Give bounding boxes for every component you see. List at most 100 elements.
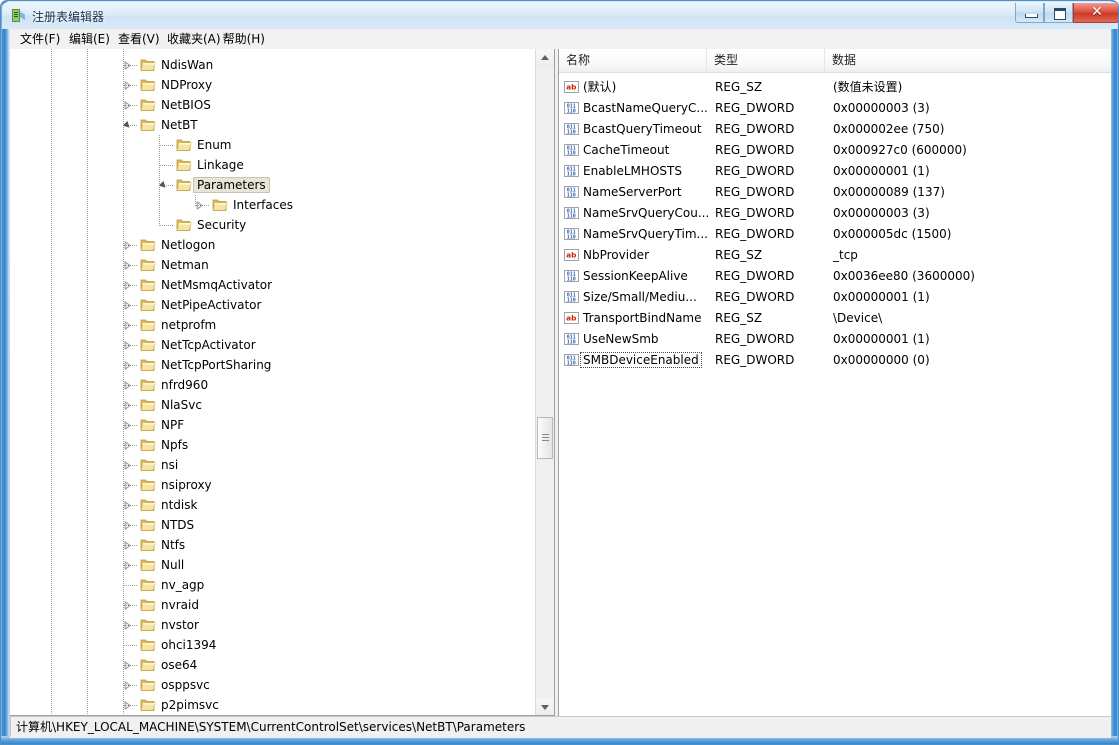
value-row[interactable]: 011 110 Size/Small/Mediu... REG_DWORD 0x0000… [559, 287, 1111, 308]
tree-item-ohci1394[interactable]: ohci1394 [10, 635, 535, 655]
expand-arrow-icon[interactable] [123, 621, 132, 630]
tree-item-npfs[interactable]: Npfs [10, 435, 535, 455]
expand-arrow-icon[interactable] [123, 281, 132, 290]
tree-item-nlasvc[interactable]: NlaSvc [10, 395, 535, 415]
tree-item-security[interactable]: Security [10, 215, 535, 235]
value-row[interactable]: ab TransportBindName REG_SZ \Device\ [559, 308, 1111, 329]
expand-arrow-icon[interactable] [123, 381, 132, 390]
tree-item-nsiproxy[interactable]: nsiproxy [10, 475, 535, 495]
tree-item-ose64[interactable]: ose64 [10, 655, 535, 675]
value-row[interactable]: 011 110 SMBDeviceEnabled REG_DWORD 0x0000000… [559, 350, 1111, 371]
registry-key-folder-icon [140, 419, 156, 431]
expand-arrow-icon[interactable] [123, 401, 132, 410]
tree-item-nettcpactivator[interactable]: NetTcpActivator [10, 335, 535, 355]
tree-item-ntfs[interactable]: Ntfs [10, 535, 535, 555]
tree-item-null[interactable]: Null [10, 555, 535, 575]
value-row[interactable]: 011 110 UseNewSmb REG_DWORD 0x00000001 (1) [559, 329, 1111, 350]
collapse-arrow-icon[interactable] [159, 181, 168, 190]
close-icon: ✕ [1091, 4, 1103, 20]
column-type[interactable]: 类型 [707, 49, 825, 72]
list-column-header[interactable]: 名称 类型 数据 [559, 49, 1111, 73]
expand-arrow-icon[interactable] [123, 541, 132, 550]
tree-item-nettcpportsharing[interactable]: NetTcpPortSharing [10, 355, 535, 375]
value-row[interactable]: 011 110 NameSrvQueryTim... REG_DWORD 0x00000… [559, 224, 1111, 245]
expand-arrow-icon[interactable] [123, 461, 132, 470]
expand-arrow-icon[interactable] [123, 681, 132, 690]
tree-item-parameters[interactable]: Parameters [10, 175, 535, 195]
expand-arrow-icon[interactable] [123, 441, 132, 450]
expand-arrow-icon[interactable] [123, 701, 132, 710]
expand-arrow-icon[interactable] [123, 341, 132, 350]
value-row[interactable]: 011 110 NameSrvQueryCou... REG_DWORD 0x00000… [559, 203, 1111, 224]
tree-item-nfrd960[interactable]: nfrd960 [10, 375, 535, 395]
tree-item-netmsmqactivator[interactable]: NetMsmqActivator [10, 275, 535, 295]
value-row[interactable]: ab NbProvider REG_SZ _tcp [559, 245, 1111, 266]
tree-item-ndproxy[interactable]: NDProxy [10, 75, 535, 95]
tree-item-netpipeactivator[interactable]: NetPipeActivator [10, 295, 535, 315]
expand-arrow-icon[interactable] [123, 361, 132, 370]
value-row[interactable]: 011 110 NameServerPort REG_DWORD 0x00000089 … [559, 182, 1111, 203]
tree-item-nsi[interactable]: nsi [10, 455, 535, 475]
tree-item-netprofm[interactable]: netprofm [10, 315, 535, 335]
tree-item-npf[interactable]: NPF [10, 415, 535, 435]
value-row[interactable]: 011 110 CacheTimeout REG_DWORD 0x000927c0 (6… [559, 140, 1111, 161]
expand-arrow-icon[interactable] [123, 661, 132, 670]
expand-arrow-icon[interactable] [123, 61, 132, 70]
value-row[interactable]: ab (默认) REG_SZ (数值未设置) [559, 77, 1111, 98]
expand-arrow-icon[interactable] [123, 521, 132, 530]
collapse-arrow-icon[interactable] [123, 121, 132, 130]
expand-arrow-icon[interactable] [123, 101, 132, 110]
value-row[interactable]: 011 110 EnableLMHOSTS REG_DWORD 0x00000001 (… [559, 161, 1111, 182]
value-name: SMBDeviceEnabled [580, 352, 702, 368]
tree-item-interfaces[interactable]: Interfaces [10, 195, 535, 215]
tree-item-ntds[interactable]: NTDS [10, 515, 535, 535]
expand-arrow-icon[interactable] [123, 601, 132, 610]
tree-item-p2pimsvc[interactable]: p2pimsvc [10, 695, 535, 715]
column-name[interactable]: 名称 [559, 49, 707, 72]
menu-favorites[interactable]: 收藏夹(A) [162, 31, 226, 47]
expand-arrow-icon[interactable] [123, 561, 132, 570]
tree-item-netbt[interactable]: NetBT [10, 115, 535, 135]
tree-item-netbios[interactable]: NetBIOS [10, 95, 535, 115]
tree-item-linkage[interactable]: Linkage [10, 155, 535, 175]
registry-key-tree[interactable]: NdisWan NDProxy NetBIOS NetBT Enum Linkage Par… [10, 49, 555, 716]
value-row[interactable]: 011 110 BcastNameQueryC... REG_DWORD 0x00000… [559, 98, 1111, 119]
svg-text:110: 110 [567, 150, 576, 156]
expand-arrow-icon[interactable] [123, 241, 132, 250]
expand-arrow-icon[interactable] [123, 481, 132, 490]
scroll-down-button[interactable] [536, 698, 554, 715]
menu-file[interactable]: 文件(F) [15, 31, 65, 47]
tree-item-netlogon[interactable]: Netlogon [10, 235, 535, 255]
expand-arrow-icon[interactable] [123, 81, 132, 90]
value-row[interactable]: 011 110 SessionKeepAlive REG_DWORD 0x0036ee8… [559, 266, 1111, 287]
value-row[interactable]: 011 110 BcastQueryTimeout REG_DWORD 0x000002… [559, 119, 1111, 140]
tree-item-osppsvc[interactable]: osppsvc [10, 675, 535, 695]
expand-arrow-icon[interactable] [123, 501, 132, 510]
tree-item-enum[interactable]: Enum [10, 135, 535, 155]
dword-value-icon: 011110 [564, 207, 579, 219]
title-bar[interactable]: 注册表编辑器 ✕ [2, 2, 1118, 29]
expand-arrow-icon[interactable] [123, 301, 132, 310]
tree-item-nvstor[interactable]: nvstor [10, 615, 535, 635]
expand-arrow-icon[interactable] [123, 421, 132, 430]
minimize-button[interactable] [1015, 3, 1044, 23]
tree-item-nvraid[interactable]: nvraid [10, 595, 535, 615]
expand-arrow-icon[interactable] [195, 201, 204, 210]
menu-help[interactable]: 帮助(H) [218, 31, 270, 47]
close-button[interactable]: ✕ [1073, 3, 1118, 23]
scroll-up-button[interactable] [536, 49, 554, 67]
column-data[interactable]: 数据 [825, 49, 1111, 72]
scrollbar-thumb[interactable] [537, 417, 553, 459]
tree-item-netman[interactable]: Netman [10, 255, 535, 275]
tree-item-ndiswan[interactable]: NdisWan [10, 55, 535, 75]
menu-edit[interactable]: 编辑(E) [64, 31, 115, 47]
registry-value-list[interactable]: 名称 类型 数据 ab (默认) REG_SZ (数值未设置) 011 110 BcastNam… [558, 49, 1111, 716]
maximize-button[interactable] [1044, 3, 1073, 23]
tree-vertical-scrollbar[interactable] [535, 49, 554, 715]
tree-item-ntdisk[interactable]: ntdisk [10, 495, 535, 515]
expand-arrow-icon[interactable] [123, 321, 132, 330]
tree-item-nv-agp[interactable]: nv_agp [10, 575, 535, 595]
expand-arrow-icon[interactable] [123, 261, 132, 270]
tree-item-label: nv_agp [161, 578, 205, 592]
menu-view[interactable]: 查看(V) [113, 31, 165, 47]
